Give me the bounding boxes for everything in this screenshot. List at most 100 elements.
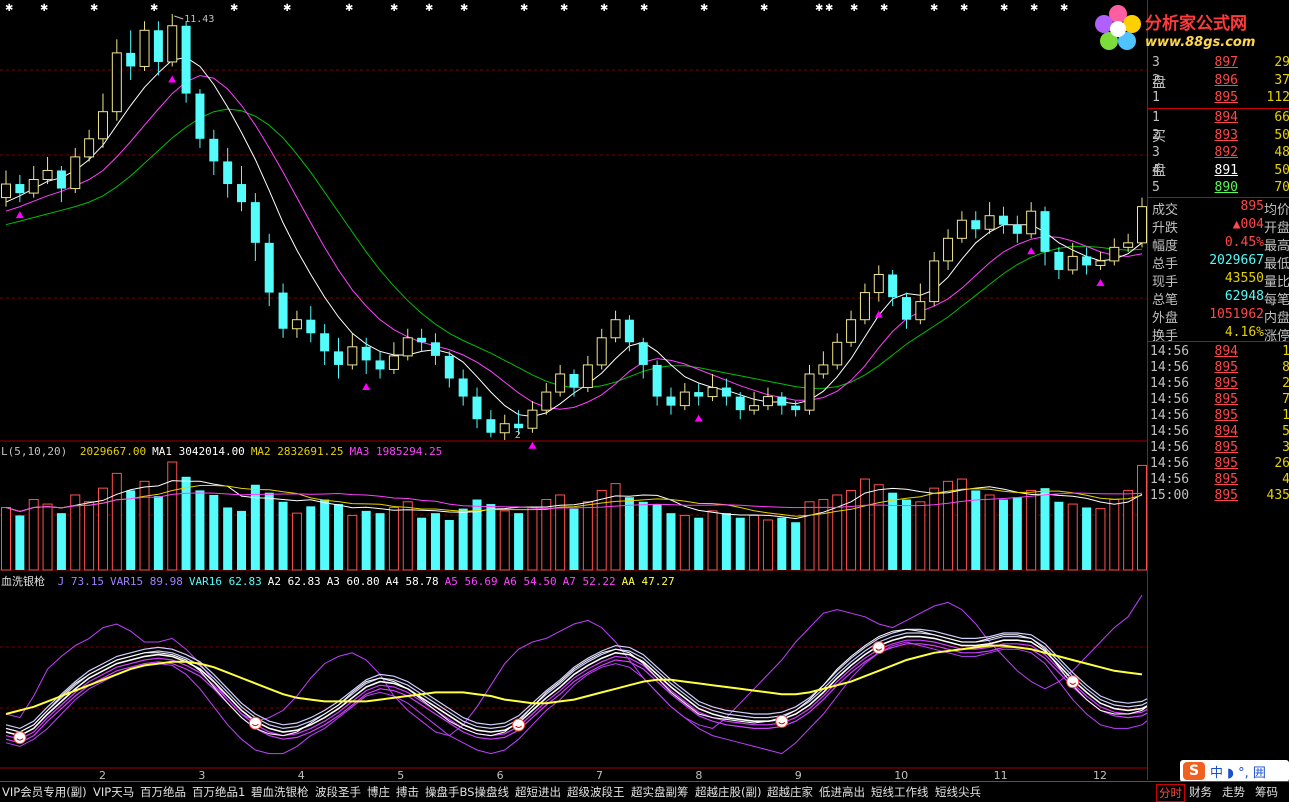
formula-tab[interactable]: 百万绝品 [140,784,186,800]
candle-down [777,396,787,406]
candle-up [1095,260,1106,266]
volume-bar-up [873,484,884,571]
volume-bar-down [361,510,371,570]
view-tab-0[interactable]: 分时 [1156,784,1185,802]
volume-bar-down [735,517,745,570]
formula-tab[interactable]: 短线工作线 [871,784,929,800]
ime-extra[interactable]: ◗ °, 囲 [1227,766,1266,781]
ime-mode[interactable]: 中 [1210,766,1223,781]
sogou-icon[interactable]: S [1183,762,1205,780]
indicator-legend-item: VAR16 62.83 [188,575,262,588]
buy-level-row[interactable]: 3 892 48 [1148,145,1289,162]
volume-bar-down [971,490,981,570]
volume-bar-down [694,517,704,570]
volume-legend-item: MA2 2832691.25 [250,445,344,458]
formula-tab[interactable]: 操盘手BS操盘线 [425,784,509,800]
candle-up [0,183,12,199]
star-marker: ✱ [760,3,768,14]
formula-tab[interactable]: 搏击 [396,784,419,800]
quote-stat-row: 升跌 ▲004 开盘 [1148,217,1289,236]
indicator-legend-item: A5 56.69 [444,575,498,588]
candle-down [375,360,385,370]
formula-tab[interactable]: 低进高出 [819,784,865,800]
formula-tab[interactable]: 博庄 [367,784,390,800]
indicator-legend-item: J 73.15 [57,575,104,588]
tick-volume: 4 [1282,472,1289,487]
tick-volume: 5 [1282,424,1289,439]
stock-chart-window: ✱ ✱ ✱ ✱ ✱ ✱ ✱ ✱ ✱ ✱ ✱ ✱ ✱ ✱ ✱ ✱ ✱ ✱ ✱ ✱ ✱ ✱ ✱ ✱ ✱ 11.43 2 2 3 4 5 6 7 8 9 1… [0,0,1289,802]
stat-label-right: 量比 [1264,275,1289,290]
volume-bar-down [153,496,163,570]
candle-down [888,274,898,298]
star-marker: ✱ [520,3,528,14]
candle-down [417,337,427,343]
formula-tab[interactable]: 超短进出 [515,784,561,800]
tick-price: 895 [1214,488,1238,503]
view-tab-3[interactable]: 筹码 [1255,784,1278,800]
indicator-legend-item: A2 62.83 [267,575,321,588]
volume-bar-up [402,501,413,571]
candle-down [195,93,205,139]
ma-pink-line [5,74,1143,410]
stat-value: 43550 [1224,271,1264,286]
level-index: 3 [1152,55,1160,70]
level-price: 890 [1214,180,1238,195]
formula-tab[interactable]: 碧血洗银枪 [251,784,309,800]
tick-time: 14:56 [1150,344,1190,359]
level-index: 5 [1152,180,1160,195]
candle-down [638,342,648,365]
candle-up [762,396,773,407]
volume-bar-down [306,506,316,570]
chart-canvas[interactable]: ✱ ✱ ✱ ✱ ✱ ✱ ✱ ✱ ✱ ✱ ✱ ✱ ✱ ✱ ✱ ✱ ✱ ✱ ✱ ✱ ✱ ✱ ✱ ✱ ✱11.4322 3 4 5 6 7 8 9 1… [0,0,1147,781]
volume-bar-up [943,480,954,571]
candle-down [652,364,662,397]
sell-level-row[interactable]: 1 895 112 [1148,90,1289,107]
stat-label-right: 开盘 [1264,221,1289,236]
candle-down [264,242,274,293]
formula-tab-bar: VIP会员专用(副) VIP天马 百万绝品 百万绝品1 碧血洗银枪 波段圣手 博庄 搏击 操盘手… [0,781,1289,802]
volume-bar-up [707,510,718,571]
sell-level-row[interactable]: 3 897 29 [1148,55,1289,72]
indicator-legend-item: A6 54.50 [503,575,557,588]
volume-bar-down [320,499,330,570]
tick-time: 15:00 [1150,488,1190,503]
formula-tab[interactable]: 超越庄家 [767,784,813,800]
formula-tab[interactable]: 百万绝品1 [192,784,245,800]
view-tab-2[interactable]: 走势 [1222,784,1245,800]
formula-tab[interactable]: 超实盘副筹 [631,784,689,800]
ma-white-line [5,56,1143,418]
buy-level-row[interactable]: 4 891 50 [1148,163,1289,180]
volume-legend-item: MA3 1985294.25 [349,445,443,458]
star-marker: ✱ [90,3,98,14]
tick-volume: 3 [1282,440,1289,455]
candle-down [209,138,219,162]
formula-tab[interactable]: VIP天马 [93,784,134,800]
star-marker: ✱ [880,3,888,14]
volume-bar-up [555,494,566,571]
logo-url[interactable]: www.88gs.com [1145,35,1255,50]
stat-label: 总手 [1152,257,1179,272]
stat-label: 成交 [1152,203,1179,218]
candle-up [873,273,884,294]
view-tab-1[interactable]: 财务 [1189,784,1212,800]
tick-row: 15:00 895 435 [1148,488,1289,504]
stat-value: 1051962 [1209,307,1264,322]
buy-level-row[interactable]: 1 894 66 [1148,110,1289,127]
formula-tab[interactable]: 超越庄股(副) [695,784,761,800]
sell-level-row[interactable]: 2 896 37 [1148,73,1289,90]
quote-stat-row: 现手 43550 量比 [1148,271,1289,290]
buy-level-row[interactable]: 2 893 50 [1148,128,1289,145]
formula-tab[interactable]: 波段圣手 [315,784,361,800]
candle-down [1054,251,1064,270]
buy-signal-icon [1027,247,1036,255]
x-tick-label: 12 [1093,769,1107,781]
formula-tab[interactable]: 超级波段王 [567,784,625,800]
volume-bar-down [417,517,427,570]
quote-stat-row: 外盘 1051962 内盘 [1148,307,1289,326]
formula-tab[interactable]: 短线尖兵 [935,784,981,800]
candle-down [320,333,330,352]
ime-toolbar[interactable]: S 中 ◗ °, 囲 [1180,760,1289,782]
formula-tab[interactable]: VIP会员专用(副) [2,784,87,800]
stat-label: 升跌 [1152,221,1179,236]
buy-level-row[interactable]: 5 890 70 [1148,180,1289,197]
